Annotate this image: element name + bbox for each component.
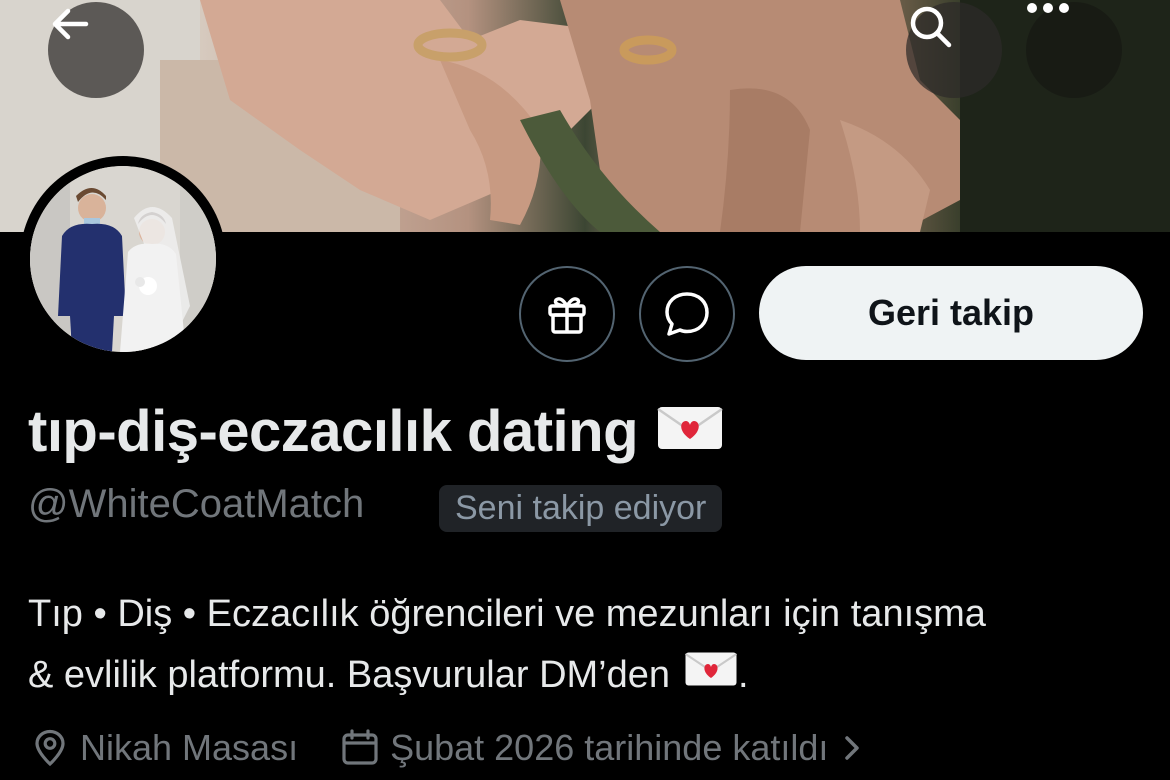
bio-text-end: . [738,654,749,696]
profile-meta: Nikah Masası Şubat 2026 tarihinde katıld… [30,724,874,772]
chevron-right-icon [845,736,860,760]
back-button[interactable] [48,2,144,98]
bio-text: & evlilik platformu. Başvurular DM’den [28,654,671,696]
arrow-left-icon [52,8,89,40]
more-button[interactable] [1026,2,1122,98]
user-handle: @WhiteCoatMatch [28,482,365,526]
display-name-row: tıp-diş-eczacılık dating [28,398,724,465]
search-icon [910,6,952,48]
message-button[interactable] [639,266,735,362]
follows-you-badge: Seni takip ediyor [439,485,723,532]
love-letter-icon [684,645,738,706]
follow-back-button[interactable]: Geri takip [759,266,1143,360]
avatar-photo [30,166,216,352]
joined-date[interactable]: Şubat 2026 tarihinde katıldı [340,727,874,769]
location-pin-icon [35,729,65,767]
display-name: tıp-diş-eczacılık dating [28,399,639,464]
bio: Tıp • Diş • Eczacılık öğrencileri ve mez… [28,584,1148,706]
location: Nikah Masası [30,727,298,769]
joined-text: Şubat 2026 tarihinde katıldı [390,727,829,768]
search-button[interactable] [906,2,1002,98]
more-horizontal-icon [1027,3,1069,13]
location-text: Nikah Masası [80,727,299,768]
gift-button[interactable] [519,266,615,362]
gift-icon [548,297,586,334]
bio-line: & evlilik platformu. Başvurular DM’den . [28,645,1148,706]
avatar[interactable] [20,156,226,362]
bio-line: Tıp • Diş • Eczacılık öğrencileri ve mez… [28,593,986,635]
calendar-icon [342,729,378,765]
love-letter-icon [656,398,724,465]
message-bubble-icon [665,292,709,336]
